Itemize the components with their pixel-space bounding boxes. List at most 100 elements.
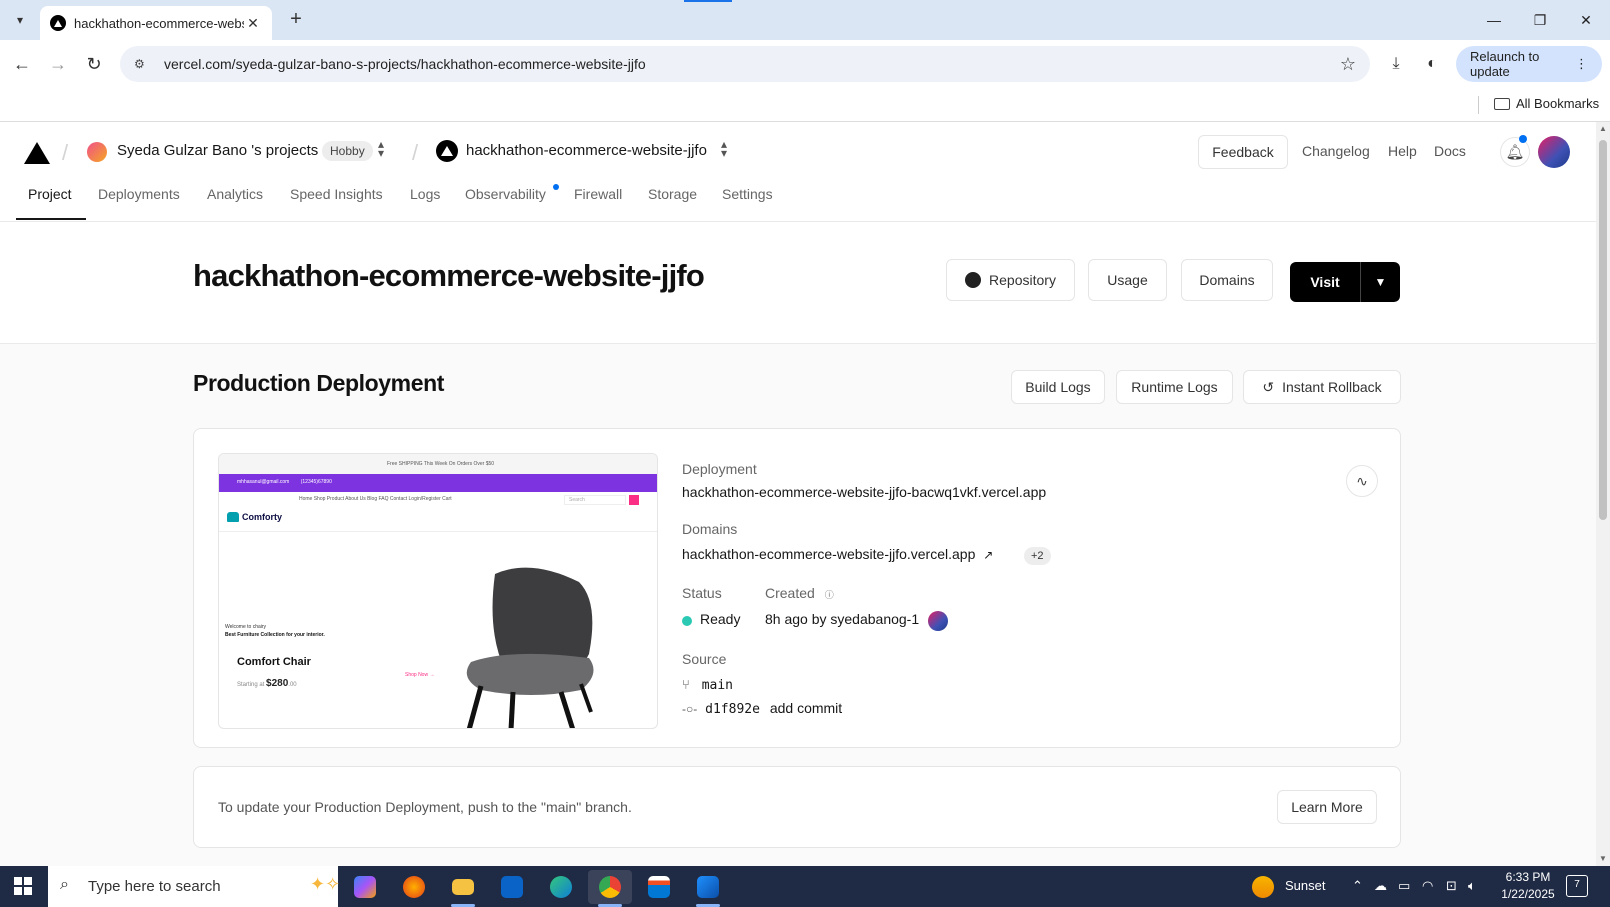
new-tab-button[interactable]: + <box>284 8 308 32</box>
source-branch[interactable]: ⑂ main <box>682 676 733 693</box>
deployment-preview-screenshot[interactable]: Free SHIPPING This Week On Orders Over $… <box>218 453 658 729</box>
deployment-label: Deployment <box>682 461 757 477</box>
volume-icon[interactable]: 🔈︎ <box>1468 878 1476 894</box>
tab-settings[interactable]: Settings <box>722 186 773 202</box>
restore-button[interactable]: ❐ <box>1517 0 1563 40</box>
weather-label[interactable]: Sunset <box>1285 878 1325 893</box>
build-logs-button[interactable]: Build Logs <box>1011 370 1105 404</box>
domain-url-text: hackhathon-ecommerce-website-jjfo.vercel… <box>682 546 976 562</box>
onedrive-icon[interactable]: ☁ <box>1374 878 1387 894</box>
relaunch-label: Relaunch to update <box>1470 49 1540 79</box>
photos-app-icon[interactable] <box>686 870 730 907</box>
breadcrumb-slash: / <box>62 140 69 165</box>
activity-pulse-icon[interactable]: ∿ <box>1346 465 1378 497</box>
user-avatar[interactable] <box>1538 136 1570 168</box>
back-button[interactable]: ← <box>10 52 34 76</box>
preview-brand: Comforty <box>227 512 282 522</box>
scroll-down-arrow-icon[interactable]: ▼ <box>1599 854 1607 863</box>
windows-start-icon[interactable] <box>14 877 32 895</box>
status-ready-dot <box>682 616 692 626</box>
team-name[interactable]: Syeda Gulzar Bano 's projects <box>117 142 318 159</box>
more-domains-badge[interactable]: +2 <box>1024 547 1051 565</box>
plan-badge: Hobby <box>322 141 373 161</box>
tab-storage[interactable]: Storage <box>648 186 697 202</box>
page-scrollbar[interactable]: ▲ ▼ <box>1596 122 1610 866</box>
taskview-icon[interactable]: ▭ <box>1398 878 1410 894</box>
domain-url-link[interactable]: hackhathon-ecommerce-website-jjfo.vercel… <box>682 546 993 562</box>
created-label-text: Created <box>765 585 815 601</box>
bookmarks-bar: All Bookmarks <box>0 88 1610 122</box>
system-clock[interactable]: 6:33 PM 1/22/2025 <box>1488 869 1568 903</box>
deployment-url-link[interactable]: hackhathon-ecommerce-website-jjfo-bacwq1… <box>682 484 1046 500</box>
relaunch-button[interactable]: Relaunch to update ⋮ <box>1456 46 1602 82</box>
changelog-link[interactable]: Changelog <box>1302 143 1370 159</box>
tab-search-chevron-icon[interactable]: ▾ <box>8 8 32 32</box>
minimize-button[interactable]: — <box>1471 0 1517 40</box>
notification-center-icon[interactable]: 7 <box>1566 875 1588 897</box>
usage-button[interactable]: Usage <box>1088 259 1167 301</box>
commit-hash: d1f892e <box>705 702 760 717</box>
profile-extension-icon[interactable]: ◐ <box>1420 52 1444 76</box>
store-app-icon[interactable] <box>637 870 681 904</box>
scrollbar-thumb[interactable] <box>1599 140 1607 520</box>
browser-tab[interactable]: hackhathon-ecommerce-websit ✕ <box>40 6 272 40</box>
help-link[interactable]: Help <box>1388 143 1417 159</box>
branch-name: main <box>701 678 734 693</box>
all-bookmarks-button[interactable]: All Bookmarks <box>1494 96 1599 111</box>
runtime-logs-button[interactable]: Runtime Logs <box>1116 370 1233 404</box>
edge-app-icon[interactable] <box>539 870 583 904</box>
taskbar-search-box[interactable]: ⌕ Type here to search ✦✧ <box>48 866 340 907</box>
wifi-icon[interactable]: ◠ <box>1422 878 1433 894</box>
preview-search-button <box>629 495 639 505</box>
project-name[interactable]: hackhathon-ecommerce-website-jjfo <box>466 142 707 159</box>
tab-firewall[interactable]: Firewall <box>574 186 622 202</box>
learn-more-button[interactable]: Learn More <box>1277 790 1377 824</box>
taskbar-search-placeholder: Type here to search <box>88 878 221 895</box>
clock-time: 6:33 PM <box>1505 870 1551 884</box>
tab-speed-insights[interactable]: Speed Insights <box>290 186 383 202</box>
tab-analytics[interactable]: Analytics <box>207 186 263 202</box>
chevron-down-icon[interactable]: ▼ <box>1361 262 1400 302</box>
reload-button[interactable]: ↻ <box>82 52 106 76</box>
source-commit[interactable]: -○- d1f892e add commit <box>682 700 842 717</box>
tab-project[interactable]: Project <box>28 186 72 202</box>
more-menu-icon[interactable]: ⋮ <box>1575 56 1588 72</box>
firefox-app-icon[interactable] <box>392 870 436 904</box>
network-icon[interactable]: ⊡ <box>1446 878 1457 894</box>
repository-button[interactable]: Repository <box>946 259 1075 301</box>
forward-button[interactable]: → <box>46 52 70 76</box>
tab-observability[interactable]: Observability <box>465 186 546 202</box>
preview-shop-now: Shop Now → <box>405 672 435 678</box>
outlook-app-icon[interactable] <box>490 870 534 904</box>
domains-button[interactable]: Domains <box>1181 259 1273 301</box>
chrome-app-icon[interactable] <box>588 870 632 907</box>
project-switcher-icon[interactable]: ▴ ▾ <box>721 138 727 159</box>
visit-button[interactable]: Visit <box>1290 262 1360 302</box>
show-hidden-icons-icon[interactable]: ⌃ <box>1352 878 1363 894</box>
feedback-button[interactable]: Feedback <box>1198 135 1288 169</box>
info-icon[interactable]: ⓘ <box>825 590 834 600</box>
tab-deployments[interactable]: Deployments <box>98 186 180 202</box>
bookmark-star-icon[interactable]: ☆ <box>1340 54 1356 75</box>
close-tab-icon[interactable]: ✕ <box>244 15 262 32</box>
vercel-logo-icon[interactable] <box>24 142 50 164</box>
project-logo-icon <box>436 140 458 162</box>
team-switcher-icon[interactable]: ▴ ▾ <box>378 138 384 159</box>
copilot-app-icon[interactable] <box>343 870 387 904</box>
docs-link[interactable]: Docs <box>1434 143 1466 159</box>
preview-shipping-text: Free SHIPPING This Week On Orders Over $… <box>387 461 495 467</box>
vercel-page: / Syeda Gulzar Bano 's projects Hobby ▴ ▾… <box>0 122 1596 866</box>
url-text[interactable]: vercel.com/syeda-gulzar-bano-s-projects/… <box>164 56 1340 72</box>
address-bar[interactable]: ⚙ vercel.com/syeda-gulzar-bano-s-project… <box>120 46 1370 82</box>
site-info-icon[interactable]: ⚙ <box>134 57 154 71</box>
download-icon[interactable]: ⤓ <box>1384 52 1408 76</box>
search-icon: ⌕ <box>60 876 69 893</box>
weather-sunset-icon[interactable] <box>1252 876 1274 898</box>
scroll-up-arrow-icon[interactable]: ▲ <box>1599 124 1607 133</box>
instant-rollback-button[interactable]: ↺ Instant Rollback <box>1243 370 1401 404</box>
folder-icon <box>1494 97 1510 110</box>
close-window-button[interactable]: ✕ <box>1563 0 1609 40</box>
repository-label: Repository <box>989 272 1056 288</box>
file-explorer-app-icon[interactable] <box>441 870 485 907</box>
tab-logs[interactable]: Logs <box>410 186 440 202</box>
